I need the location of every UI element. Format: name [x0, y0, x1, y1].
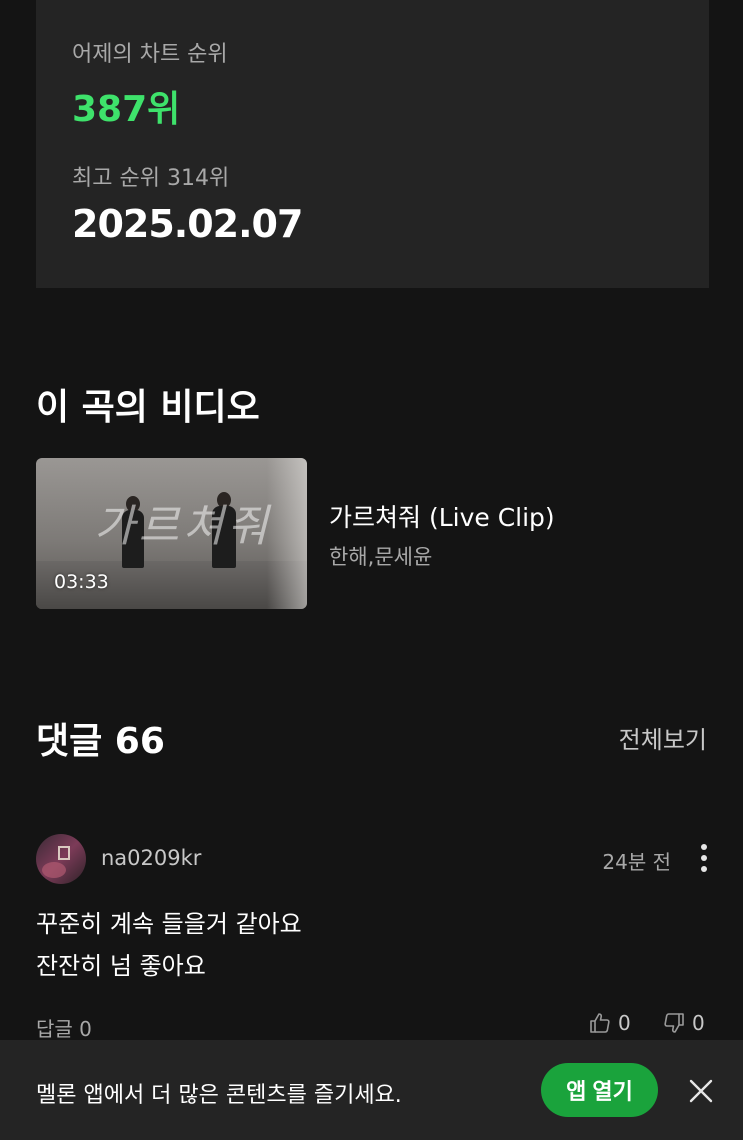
banner-text: 멜론 앱에서 더 많은 콘텐츠를 즐기세요.	[36, 1083, 402, 1108]
chart-rank-card: 어제의 차트 순위 387위 최고 순위 314위 2025.02.07	[36, 0, 709, 288]
video-title[interactable]: 가르쳐줘 (Live Clip)	[329, 498, 555, 534]
video-artist[interactable]: 한해,문세윤	[329, 541, 432, 571]
more-vertical-icon[interactable]	[696, 844, 712, 874]
like-button[interactable]: 0	[588, 1011, 631, 1035]
avatar-decoration	[58, 846, 70, 860]
comments-section-title: 댓글 66	[36, 721, 165, 762]
open-app-button[interactable]: 앱 열기	[541, 1063, 658, 1117]
videos-section-title: 이 곡의 비디오	[36, 387, 260, 428]
comment-text-line: 잔잔히 넘 좋아요	[36, 952, 206, 980]
best-rank-date: 2025.02.07	[72, 202, 303, 246]
video-duration: 03:33	[54, 571, 109, 593]
dislike-button[interactable]: 0	[662, 1011, 705, 1035]
comment-text-line: 꾸준히 계속 들을거 같아요	[36, 910, 302, 938]
yesterday-rank-value: 387위	[72, 89, 181, 130]
thumbnail-script-text: 가르쳐줘	[94, 501, 272, 552]
video-thumbnail[interactable]: 가르쳐줘 03:33	[36, 458, 307, 609]
close-icon[interactable]	[686, 1076, 716, 1106]
comment-timestamp: 24분 전	[602, 850, 671, 874]
dislike-count: 0	[692, 1011, 705, 1035]
thumbs-down-icon	[664, 1013, 684, 1033]
best-rank-label: 최고 순위 314위	[72, 166, 230, 191]
avatar-decoration	[42, 862, 66, 878]
app-promo-banner: 멜론 앱에서 더 많은 콘텐츠를 즐기세요. 앱 열기	[0, 1040, 743, 1140]
thumbnail-light	[267, 458, 307, 609]
comment-username[interactable]: na0209kr	[101, 846, 201, 870]
view-all-comments-link[interactable]: 전체보기	[619, 720, 707, 755]
thumbs-up-icon	[590, 1013, 610, 1033]
page: 어제의 차트 순위 387위 최고 순위 314위 2025.02.07 이 곡…	[0, 0, 743, 1140]
reply-button[interactable]: 답글 0	[36, 1013, 92, 1042]
avatar[interactable]	[36, 834, 86, 884]
like-count: 0	[618, 1011, 631, 1035]
yesterday-rank-label: 어제의 차트 순위	[72, 42, 228, 67]
